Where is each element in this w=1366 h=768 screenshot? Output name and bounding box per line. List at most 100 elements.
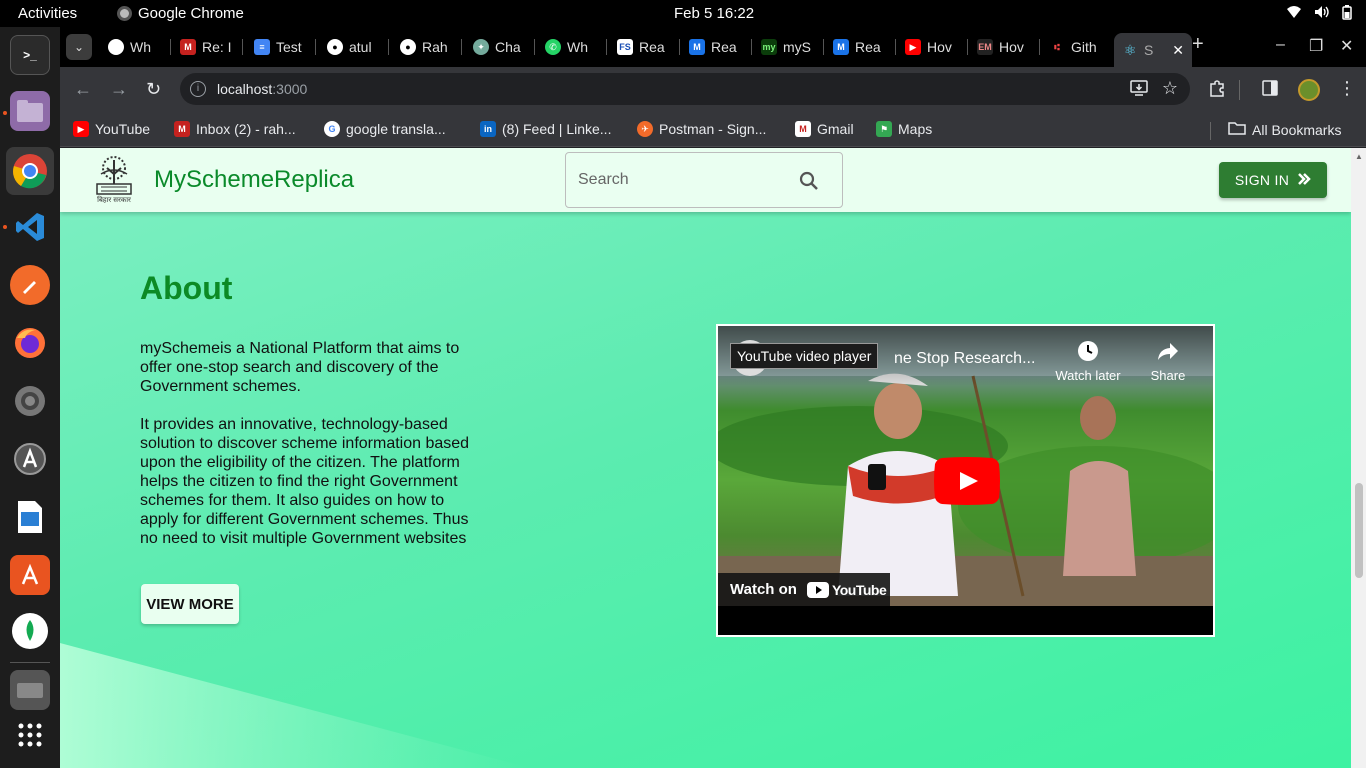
chrome-dock-icon[interactable] [6,147,54,195]
maximize-button[interactable]: ❐ [1309,36,1323,56]
system-top-bar: Activities Google Chrome Feb 5 16:22 [0,0,1366,27]
tab[interactable]: ▶ Hov [905,33,957,61]
tab[interactable]: EM Hov [977,33,1029,61]
volume-icon [1314,5,1330,23]
mui-icon: M [833,39,849,55]
bookmark-linkedin[interactable]: in (8) Feed | Linke... [480,121,611,137]
dock-divider [10,662,50,663]
clock[interactable]: Feb 5 16:22 [674,5,754,22]
close-tab-icon[interactable]: ✕ [1172,42,1184,59]
video-title[interactable]: ne Stop Research... [894,350,1035,368]
extensions-icon[interactable] [1208,79,1226,102]
tab[interactable]: my myS [761,33,813,61]
url-text: localhost:3000 [217,81,308,97]
github-icon: ● [327,39,343,55]
tab-search-button[interactable]: ⌄ [66,34,92,60]
terminal-icon[interactable]: >_ [10,35,50,75]
view-more-button[interactable]: VIEW MORE [141,584,239,624]
toolbar-divider [1239,80,1240,100]
address-bar[interactable]: i localhost:3000 ☆ [180,73,1190,105]
react-icon: ⚛ [1122,41,1138,58]
bookmark-google-translate[interactable]: Ggoogle transla... [324,121,446,137]
drive-icon[interactable] [10,670,50,710]
minimize-button[interactable]: – [1276,36,1285,54]
share-button[interactable]: Share [1128,340,1208,383]
menu-kebab-icon[interactable]: ⋮ [1338,78,1356,99]
forward-icon[interactable]: → [110,79,128,100]
tab-separator [823,39,824,55]
page-scrollbar[interactable]: ▲ [1351,148,1366,768]
battery-icon [1342,5,1352,23]
back-icon[interactable]: ← [74,79,92,100]
postman-icon[interactable] [10,265,50,305]
files-icon[interactable] [10,91,50,131]
bookmark-gmail[interactable]: M Gmail [795,121,854,137]
site-header: बिहार सरकार MySchemeReplica SIGN IN [60,148,1351,212]
github-icon: ● [400,39,416,55]
share-icon [1157,340,1179,362]
search-input[interactable] [578,167,788,193]
clock-icon [1077,340,1099,362]
profile-avatar[interactable] [1298,79,1320,101]
gmail-icon: M [180,39,196,55]
tab[interactable]: M Rea [833,33,885,61]
tab-separator [895,39,896,55]
tab-separator [679,39,680,55]
scrollbar-thumb[interactable] [1355,483,1363,578]
tab[interactable]: ⑆ Gith [1049,33,1101,61]
search-box[interactable] [565,152,843,208]
app-center-icon[interactable] [10,555,50,595]
tab[interactable]: ✆ Wh [545,33,597,61]
site-info-icon[interactable]: i [190,81,206,97]
linkedin-icon: in [480,121,496,137]
youtube-embed[interactable]: ne Stop Research... YouTube video player… [716,324,1215,637]
search-icon[interactable] [798,170,820,192]
all-bookmarks[interactable]: All Bookmarks [1228,121,1341,138]
bookmark-postman[interactable]: ✈ Postman - Sign... [637,121,766,137]
sign-in-button[interactable]: SIGN IN [1219,162,1327,198]
app-menu[interactable]: Google Chrome [117,5,244,22]
settings-icon[interactable] [10,381,50,421]
video-tooltip: YouTube video player [730,343,879,369]
play-button-icon[interactable] [933,457,1001,505]
reload-icon[interactable]: ↻ [146,79,161,100]
new-tab-button[interactable]: + [1192,33,1204,56]
bihar-govt-logo[interactable]: बिहार सरकार [87,154,141,206]
firefox-icon[interactable] [10,323,50,363]
app-name: Google Chrome [138,5,244,22]
about-paragraph-2: It provides an innovative, technology-ba… [140,416,470,547]
close-window-button[interactable]: ✕ [1340,36,1353,56]
tab-separator [606,39,607,55]
side-panel-icon[interactable] [1262,80,1278,101]
bookmark-youtube[interactable]: ▶ YouTube [73,121,150,137]
activities-button[interactable]: Activities [18,5,77,22]
mongodb-icon[interactable] [12,613,48,649]
tab-separator [461,39,462,55]
install-app-icon[interactable] [1130,80,1148,99]
logo-caption: बिहार सरकार [97,197,131,204]
watch-later-button[interactable]: Watch later [1048,340,1128,383]
gmail-icon: M [795,121,811,137]
google-icon: G [324,121,340,137]
tab[interactable]: M Re: I [180,33,232,61]
tab[interactable]: ≡ Test [254,33,306,61]
bookmark-maps[interactable]: ⚑ Maps [876,121,932,137]
site-title[interactable]: MySchemeReplica [154,166,354,194]
bookmark-star-icon[interactable]: ☆ [1162,78,1178,99]
tab[interactable]: ● Rah [400,33,452,61]
system-tray[interactable] [1286,5,1352,23]
software-updater-icon[interactable] [10,439,50,479]
bookmark-inbox[interactable]: M Inbox (2) - rah... [174,121,296,137]
scroll-up-icon[interactable]: ▲ [1355,152,1363,161]
watch-on-youtube-button[interactable]: Watch on YouTube [718,573,890,606]
writer-icon[interactable] [10,497,50,537]
tab-active[interactable]: ⚛ S ✕ [1114,33,1192,67]
tab[interactable]: Wh [108,33,160,61]
tab-separator [967,39,968,55]
tab[interactable]: M Rea [689,33,741,61]
tab[interactable]: FS Rea [617,33,669,61]
vscode-icon[interactable] [10,207,50,247]
tab[interactable]: ✦ Cha [473,33,525,61]
tab[interactable]: ● atul [327,33,379,61]
show-apps-icon[interactable] [10,715,50,755]
